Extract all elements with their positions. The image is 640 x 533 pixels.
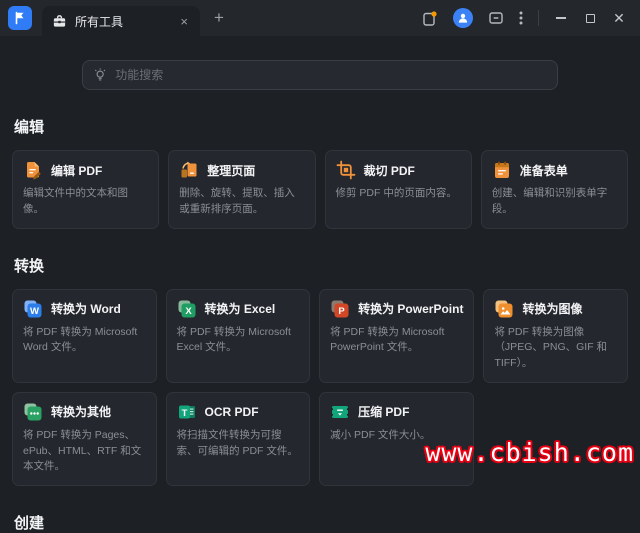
card-desc: 编辑文件中的文本和图像。 [23,186,148,218]
maximize-button[interactable] [583,11,597,25]
card-desc: 将 PDF 转换为 Microsoft Word 文件。 [23,325,146,357]
card-desc: 将扫描文件转换为可搜索、可编辑的 PDF 文件。 [177,428,300,460]
ocr-pdf-icon: T [177,402,197,422]
whats-new-icon[interactable] [421,10,438,27]
search-bar[interactable] [82,60,558,90]
card-title: 编辑 PDF [51,162,102,179]
tool-card-to-other[interactable]: 转换为其他 将 PDF 转换为 Pages、ePub、HTML、RTF 和文本文… [12,392,157,486]
card-title: 准备表单 [520,162,568,179]
close-window-icon: ✕ [613,11,625,25]
tool-card-edit-pdf[interactable]: 编辑 PDF 编辑文件中的文本和图像。 [12,150,159,229]
app-logo-icon[interactable] [8,6,32,30]
new-tab-icon[interactable]: + [214,8,224,28]
feedback-icon[interactable] [488,10,504,26]
prepare-form-icon [492,160,512,180]
card-desc: 将 PDF 转换为 Microsoft Excel 文件。 [177,325,300,357]
card-desc: 将 PDF 转换为图像（JPEG、PNG、GIF 和 TIFF）。 [494,325,617,372]
tool-card-to-word[interactable]: W 转换为 Word 将 PDF 转换为 Microsoft Word 文件。 [12,289,157,383]
to-word-icon: W [23,299,43,319]
compress-pdf-icon [330,402,350,422]
card-desc: 删除、旋转、提取、插入或重新排序页面。 [179,186,304,218]
to-image-icon [494,299,514,319]
all-tools-page: 编辑 编辑 PDF 编辑文件中的文本和图像。 [0,60,640,533]
section-title-edit: 编辑 [14,116,628,137]
tool-card-to-powerpoint[interactable]: P 转换为 PowerPoint 将 PDF 转换为 Microsoft Pow… [319,289,474,383]
card-title: 转换为图像 [522,300,582,317]
tool-card-to-image[interactable]: 转换为图像 将 PDF 转换为图像（JPEG、PNG、GIF 和 TIFF）。 [483,289,628,383]
lightbulb-icon [93,68,107,83]
account-avatar[interactable] [453,8,473,28]
tool-card-ocr-pdf[interactable]: T OCR PDF 将扫描文件转换为可搜索、可编辑的 PDF 文件。 [166,392,311,486]
tool-card-to-excel[interactable]: X 转换为 Excel 将 PDF 转换为 Microsoft Excel 文件… [166,289,311,383]
toolbox-icon [52,14,67,29]
tool-card-crop-pdf[interactable]: 裁切 PDF 修剪 PDF 中的页面内容。 [325,150,472,229]
card-desc: 将 PDF 转换为 Pages、ePub、HTML、RTF 和文本文件。 [23,428,146,475]
svg-text:P: P [338,306,345,317]
person-icon [457,12,469,24]
card-title: 转换为 Word [51,300,121,317]
tool-card-organize-pages[interactable]: 整理页面 删除、旋转、提取、插入或重新排序页面。 [168,150,315,229]
card-title: 转换为 PowerPoint [358,300,463,317]
search-input[interactable] [115,68,547,82]
close-window-button[interactable]: ✕ [612,11,626,25]
card-title: 整理页面 [207,162,255,179]
section-title-create: 创建 [14,512,628,533]
to-other-icon [23,402,43,422]
tab-title: 所有工具 [75,13,176,30]
tab-all-tools[interactable]: 所有工具 × [42,6,200,36]
titlebar: 所有工具 × + [0,0,640,36]
section-title-convert: 转换 [14,255,628,276]
edit-pdf-icon [23,160,43,180]
card-title: 裁切 PDF [364,162,415,179]
tool-card-compress-pdf[interactable]: 压缩 PDF 减小 PDF 文件大小。 [319,392,474,486]
minimize-button[interactable] [554,11,568,25]
crop-pdf-icon [336,160,356,180]
card-desc: 修剪 PDF 中的页面内容。 [336,186,461,202]
card-title: OCR PDF [205,405,259,419]
to-excel-icon: X [177,299,197,319]
tab-close-icon[interactable]: × [176,13,192,30]
svg-text:X: X [185,306,192,317]
convert-cards-grid: W 转换为 Word 将 PDF 转换为 Microsoft Word 文件。 … [12,289,628,487]
organize-pages-icon [179,160,199,180]
to-powerpoint-icon: P [330,299,350,319]
flag-logo-icon [13,11,27,25]
svg-text:T: T [181,408,187,419]
card-title: 压缩 PDF [358,403,409,420]
tool-card-prepare-form[interactable]: 准备表单 创建、编辑和识别表单字段。 [481,150,628,229]
titlebar-separator [538,10,539,26]
edit-cards-grid: 编辑 PDF 编辑文件中的文本和图像。 整理页面 删除、旋转、提取、插入或重新排… [12,150,628,229]
card-title: 转换为 Excel [205,300,276,317]
card-desc: 创建、编辑和识别表单字段。 [492,186,617,218]
card-title: 转换为其他 [51,403,111,420]
card-desc: 减小 PDF 文件大小。 [330,428,463,444]
svg-text:W: W [30,306,39,317]
card-desc: 将 PDF 转换为 Microsoft PowerPoint 文件。 [330,325,463,357]
kebab-menu-icon[interactable] [519,10,523,26]
